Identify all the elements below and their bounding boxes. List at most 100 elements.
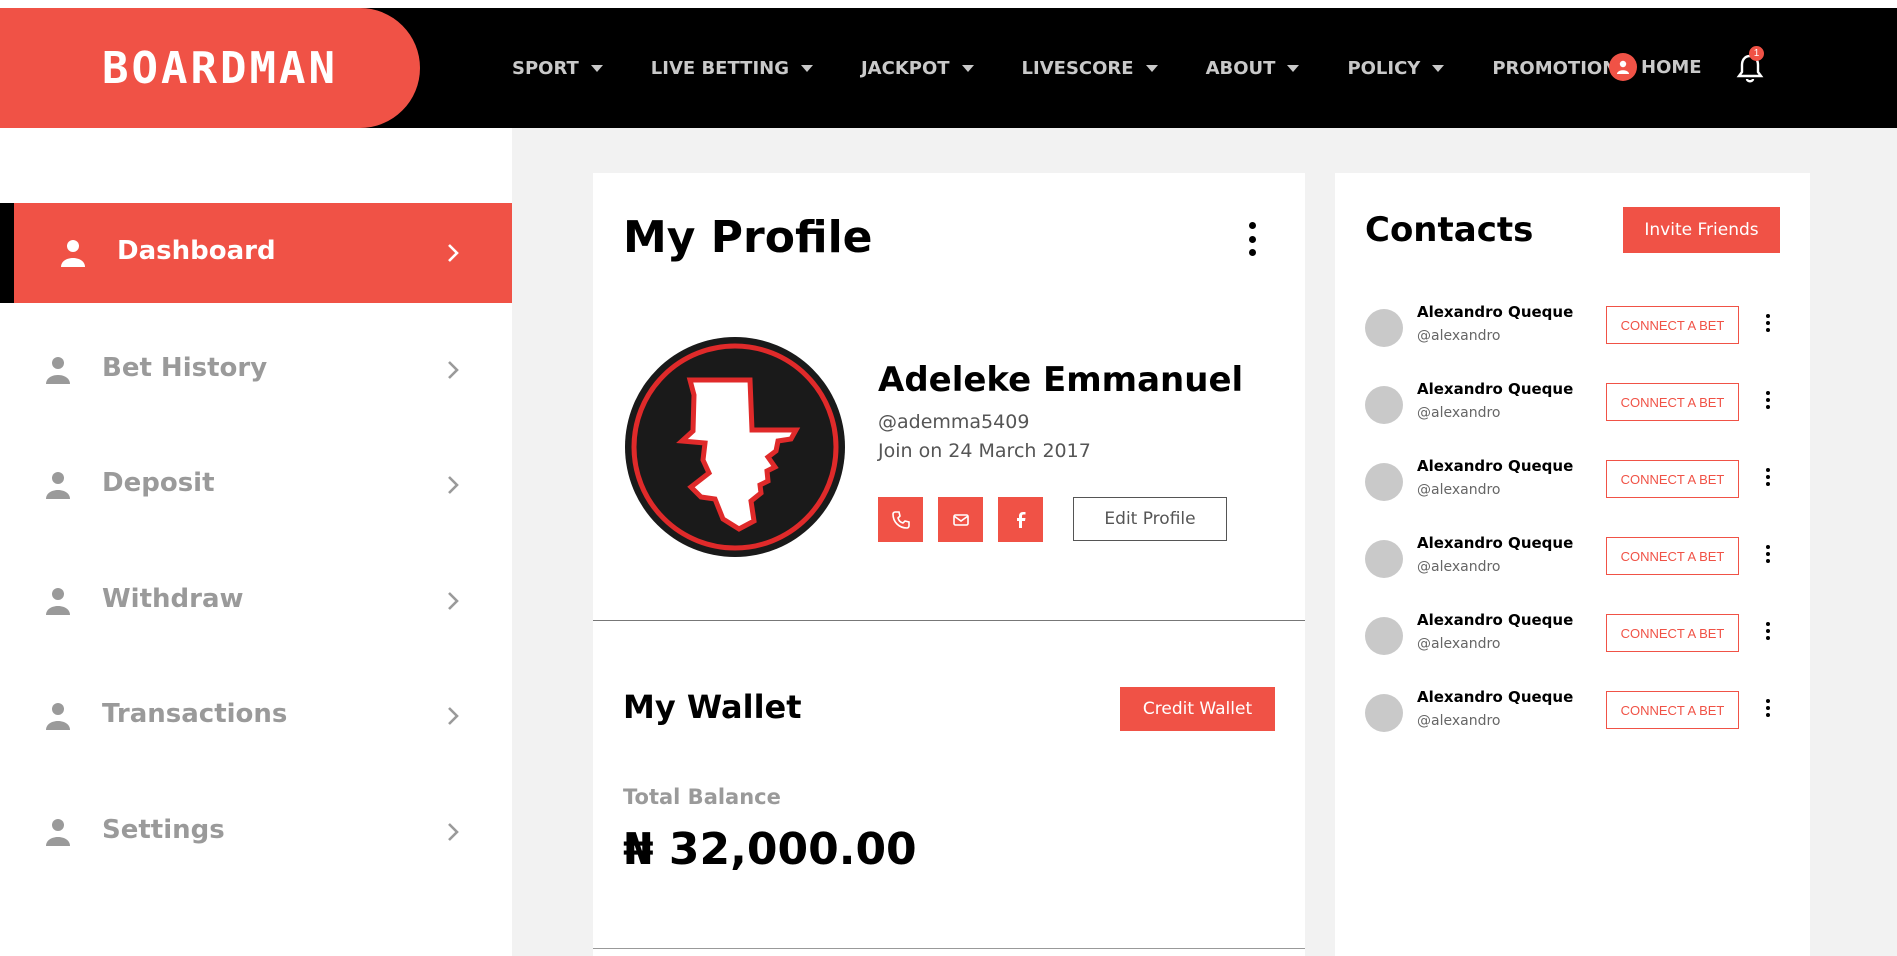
connect-bet-button[interactable]: CONNECT A BET (1606, 691, 1739, 729)
caret-down-icon (1287, 64, 1300, 72)
main-nav: SPORT LIVE BETTING JACKPOT LIVESCORE ABO… (512, 8, 1665, 128)
nav-label: JACKPOT (860, 57, 950, 79)
home-label: HOME (1641, 56, 1702, 78)
avatar (1365, 386, 1403, 424)
connect-bet-button[interactable]: CONNECT A BET (1606, 383, 1739, 421)
sidebar-item-label: Transactions (102, 699, 288, 729)
caret-down-icon (590, 64, 603, 72)
user-icon (1609, 53, 1637, 81)
nav-item-sport[interactable]: SPORT (512, 58, 603, 79)
sidebar-item-transactions[interactable]: Transactions (0, 666, 512, 766)
user-icon (46, 357, 70, 384)
profile-handle: @ademma5409 (878, 411, 1030, 433)
total-balance-value: ₦ 32,000.00 (623, 824, 917, 875)
nav-label: ABOUT (1205, 57, 1276, 79)
nav-label: POLICY (1347, 57, 1421, 79)
chevron-right-icon (448, 244, 459, 262)
nav-item-about[interactable]: ABOUT (1206, 58, 1300, 79)
contact-name: Alexandro Queque (1417, 303, 1574, 321)
more-options-icon[interactable] (1765, 699, 1771, 717)
caret-down-icon (1432, 64, 1445, 72)
profile-join-date: Join on 24 March 2017 (878, 440, 1091, 462)
nav-item-policy[interactable]: POLICY (1347, 57, 1445, 79)
phone-button[interactable] (878, 497, 923, 542)
home-link[interactable]: HOME (1609, 53, 1702, 81)
avatar (1365, 694, 1403, 732)
email-button[interactable] (938, 497, 983, 542)
sidebar-item-bet-history[interactable]: Bet History (0, 320, 512, 420)
nav-item-jackpot[interactable]: JACKPOT (861, 58, 974, 79)
credit-wallet-button[interactable]: Credit Wallet (1120, 687, 1275, 731)
chevron-right-icon (448, 707, 459, 725)
contacts-title: Contacts (1365, 210, 1534, 250)
chevron-right-icon (448, 476, 459, 494)
sidebar-item-withdraw[interactable]: Withdraw (0, 551, 512, 651)
contact-name: Alexandro Queque (1417, 380, 1574, 398)
top-strip (0, 0, 1897, 8)
contact-name: Alexandro Queque (1417, 611, 1574, 629)
more-options-icon[interactable] (1765, 391, 1771, 409)
facebook-button[interactable] (998, 497, 1043, 542)
contact-row: Alexandro Queque @alexandro CONNECT A BE… (1365, 534, 1785, 594)
connect-bet-button[interactable]: CONNECT A BET (1606, 537, 1739, 575)
profile-avatar (625, 337, 845, 557)
more-options-icon[interactable] (1248, 222, 1256, 256)
connect-bet-button[interactable]: CONNECT A BET (1606, 614, 1739, 652)
nav-item-promotion[interactable]: PROMOTION (1492, 58, 1617, 79)
contact-name: Alexandro Queque (1417, 457, 1574, 475)
avatar (1365, 617, 1403, 655)
sidebar-item-label: Settings (102, 815, 225, 845)
nav-item-live-betting[interactable]: LIVE BETTING (651, 58, 813, 79)
contact-row: Alexandro Queque @alexandro CONNECT A BE… (1365, 688, 1785, 748)
profile-name: Adeleke Emmanuel (878, 360, 1244, 400)
contact-row: Alexandro Queque @alexandro CONNECT A BE… (1365, 611, 1785, 671)
user-icon (46, 819, 70, 846)
contact-handle: @alexandro (1417, 559, 1501, 575)
sidebar-item-label: Deposit (102, 468, 215, 498)
phone-icon (891, 510, 910, 529)
avatar (1365, 463, 1403, 501)
logo: BOARDMAN (102, 42, 338, 94)
invite-friends-button[interactable]: Invite Friends (1623, 207, 1780, 253)
sidebar-item-deposit[interactable]: Deposit (0, 435, 512, 535)
chevron-right-icon (448, 823, 459, 841)
sidebar-item-label: Dashboard (117, 236, 276, 266)
nav-label: LIVE BETTING (650, 57, 789, 79)
nav-label: SPORT (512, 57, 579, 79)
contact-handle: @alexandro (1417, 405, 1501, 421)
section-divider (593, 948, 1305, 949)
user-icon (46, 703, 70, 730)
wallet-title: My Wallet (623, 688, 802, 726)
sidebar-item-dashboard[interactable]: Dashboard (0, 203, 512, 303)
connect-bet-button[interactable]: CONNECT A BET (1606, 460, 1739, 498)
logo-container[interactable]: BOARDMAN (0, 8, 420, 128)
more-options-icon[interactable] (1765, 468, 1771, 486)
total-balance-label: Total Balance (623, 785, 781, 809)
avatar (1365, 309, 1403, 347)
contact-row: Alexandro Queque @alexandro CONNECT A BE… (1365, 303, 1785, 363)
avatar (1365, 540, 1403, 578)
contact-row: Alexandro Queque @alexandro CONNECT A BE… (1365, 380, 1785, 440)
edit-profile-button[interactable]: Edit Profile (1073, 497, 1227, 541)
more-options-icon[interactable] (1765, 622, 1771, 640)
sidebar-item-label: Bet History (102, 353, 268, 383)
caret-down-icon (1145, 64, 1158, 72)
page-title: My Profile (623, 212, 873, 263)
notification-badge: 1 (1749, 46, 1764, 61)
contact-handle: @alexandro (1417, 713, 1501, 729)
user-icon (61, 240, 85, 267)
more-options-icon[interactable] (1765, 314, 1771, 332)
mail-icon (952, 513, 969, 526)
connect-bet-button[interactable]: CONNECT A BET (1606, 306, 1739, 344)
sidebar-item-label: Withdraw (102, 584, 244, 614)
caret-down-icon (961, 64, 974, 72)
section-divider (593, 620, 1305, 621)
contact-handle: @alexandro (1417, 482, 1501, 498)
nav-item-livescore[interactable]: LIVESCORE (1022, 58, 1158, 79)
facebook-icon (1016, 511, 1025, 528)
user-icon (46, 472, 70, 499)
nav-label: LIVESCORE (1021, 57, 1134, 79)
more-options-icon[interactable] (1765, 545, 1771, 563)
contact-row: Alexandro Queque @alexandro CONNECT A BE… (1365, 457, 1785, 517)
sidebar-item-settings[interactable]: Settings (0, 782, 512, 882)
